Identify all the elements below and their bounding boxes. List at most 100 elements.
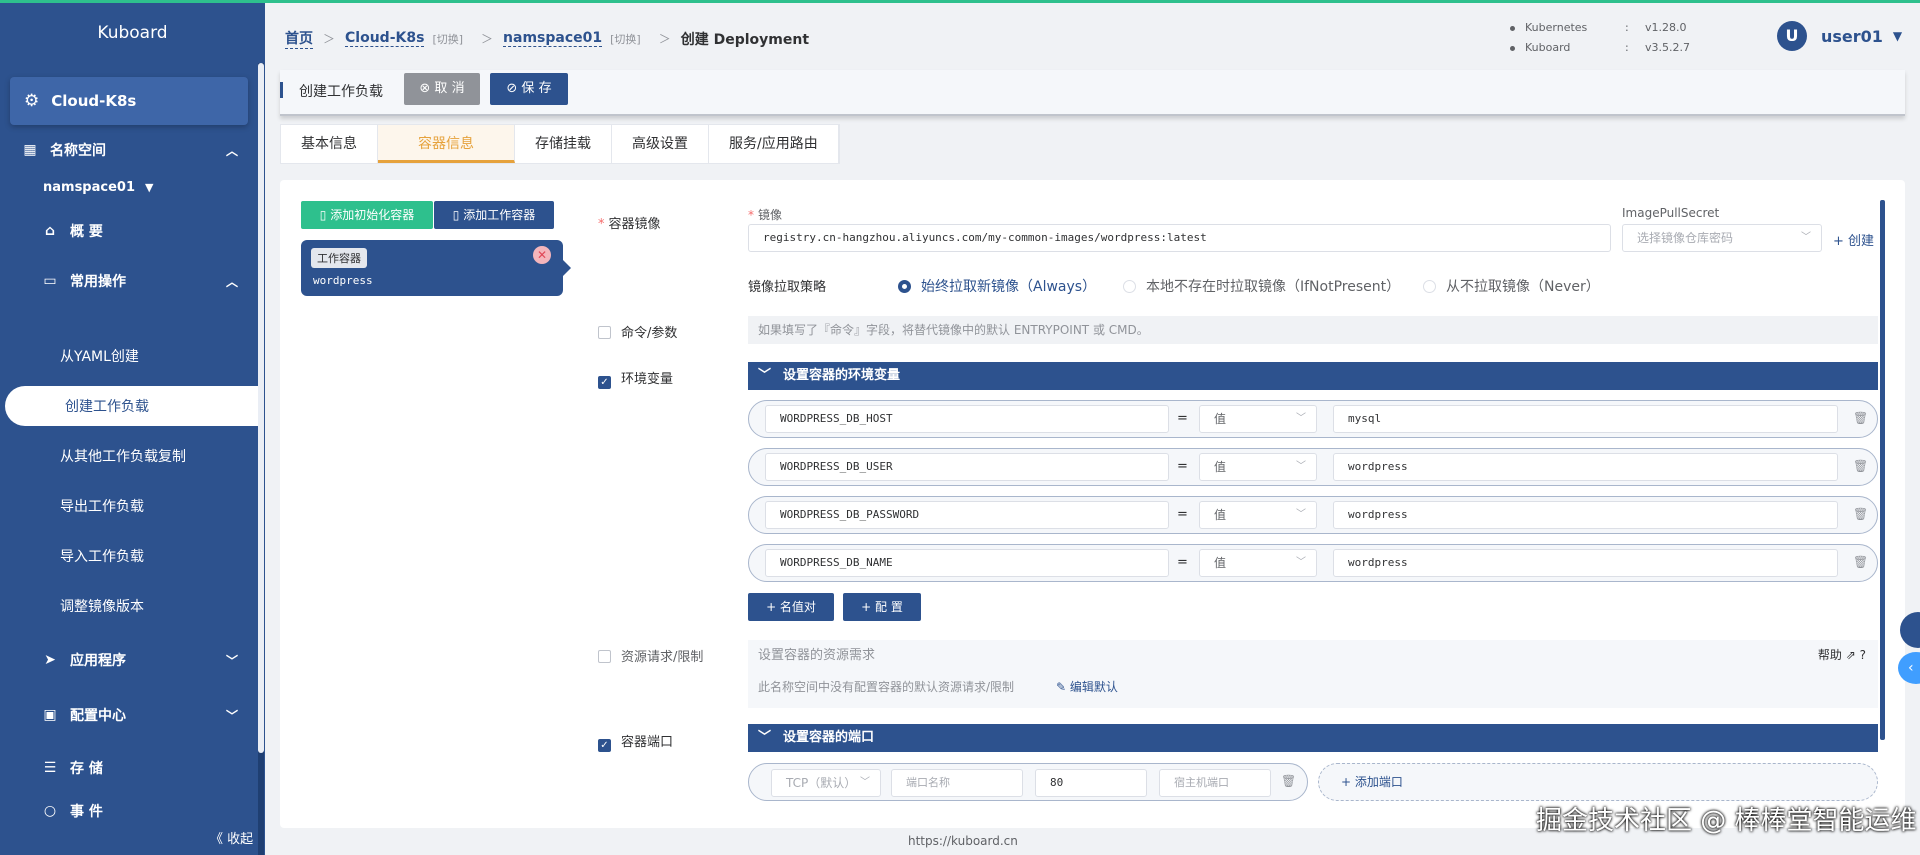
sidebar-item-config[interactable]: ▣ 配置中心 ﹀: [0, 695, 260, 735]
edit-defaults-link[interactable]: ✎ 编辑默认: [1056, 678, 1118, 695]
briefcase-icon: ▣: [43, 707, 57, 723]
help-link[interactable]: 帮助 ⇗ ?: [1818, 646, 1866, 663]
tab-service[interactable]: 服务/应用路由: [709, 125, 839, 163]
protocol-select[interactable]: TCP（默认） ﹀: [771, 769, 881, 797]
sidebar-item-label: 事 件: [70, 804, 103, 820]
sidebar-item-label: 创建工作负载: [65, 399, 149, 415]
user-menu[interactable]: U user01 ▼: [1777, 21, 1902, 51]
label-text: 环境变量: [621, 372, 674, 387]
sidebar-item-apps[interactable]: ➤ 应用程序 ﹀: [0, 640, 260, 680]
sidebar-item-copy[interactable]: 从其他工作负载复制: [0, 436, 260, 476]
add-work-container-button[interactable]: ▯ 添加工作容器: [434, 201, 554, 229]
tab-storage[interactable]: 存储挂载: [515, 125, 612, 163]
crumb-cluster[interactable]: Cloud-K8s: [345, 30, 425, 47]
tab-containers[interactable]: 容器信息: [378, 125, 515, 163]
label-text: 命令/参数: [621, 326, 678, 341]
add-port-button[interactable]: + 添加端口: [1318, 763, 1878, 801]
env-value-input[interactable]: wordpress: [1333, 501, 1838, 529]
file-icon: ▯: [319, 208, 331, 222]
content-scrollbar[interactable]: [1880, 200, 1885, 740]
crumb-namespace[interactable]: namspace01: [503, 30, 603, 47]
resources-note: 此名称空间中没有配置容器的默认资源请求/限制: [758, 680, 1015, 694]
sidebar-item-import[interactable]: 导入工作负载: [0, 536, 260, 576]
tab-advanced[interactable]: 高级设置: [612, 125, 709, 163]
switch-cluster-link[interactable]: [切换]: [432, 31, 463, 47]
port-name-input[interactable]: 端口名称: [891, 769, 1023, 797]
sidebar-item-overview[interactable]: ⌂ 概 要: [0, 211, 260, 251]
section-title: 设置容器的环境变量: [783, 368, 901, 383]
cancel-button[interactable]: ⊗ 取 消: [404, 73, 480, 105]
sidebar-item-label: 常用操作: [70, 274, 126, 290]
collapse-sidebar-button[interactable]: 《 收起: [210, 828, 253, 847]
resources-checkbox[interactable]: 资源请求/限制: [598, 646, 703, 665]
env-name-input[interactable]: WORDPRESS_DB_HOST: [765, 405, 1169, 433]
image-pull-secret-select[interactable]: 选择镜像仓库密码 ﹀: [1622, 224, 1822, 252]
command-checkbox[interactable]: 命令/参数: [598, 322, 677, 341]
env-section-header[interactable]: ﹀ 设置容器的环境变量: [748, 362, 1878, 390]
chevron-right-icon: ＞: [658, 32, 671, 46]
env-type-select[interactable]: 值 ﹀: [1199, 501, 1317, 529]
host-port-input[interactable]: 宿主机端口: [1159, 769, 1271, 797]
container-card[interactable]: 工作容器 wordpress ✕: [301, 240, 571, 296]
env-name-input[interactable]: WORDPRESS_DB_PASSWORD: [765, 501, 1169, 529]
env-value-input[interactable]: mysql: [1333, 405, 1838, 433]
pull-policy-never[interactable]: 从不拉取镜像（Never）: [1423, 276, 1600, 296]
image-input[interactable]: registry.cn-hangzhou.aliyuncs.com/my-com…: [748, 224, 1611, 252]
env-name-input[interactable]: WORDPRESS_DB_NAME: [765, 549, 1169, 577]
sidebar-scrollbar[interactable]: [258, 63, 264, 753]
add-init-container-button[interactable]: ▯ 添加初始化容器: [301, 201, 433, 229]
add-name-value-button[interactable]: + 名值对: [748, 593, 834, 621]
env-type-select[interactable]: 值 ﹀: [1199, 453, 1317, 481]
chevron-down-icon: ﹀: [1296, 413, 1306, 424]
create-secret-link[interactable]: + 创建: [1833, 230, 1874, 249]
bullet-icon: [1510, 26, 1515, 31]
sidebar-item-namespace[interactable]: ▦ 名称空间 ︿: [0, 130, 260, 170]
ports-checkbox[interactable]: ✓ 容器端口: [598, 731, 673, 752]
save-button[interactable]: ⊘ 保 存: [490, 73, 568, 105]
env-value-input[interactable]: wordpress: [1333, 549, 1838, 577]
sidebar-item-yaml[interactable]: 从YAML创建: [0, 336, 260, 376]
sidebar-item-storage[interactable]: ☰ 存 储: [0, 748, 260, 788]
chevron-down-icon: ﹀: [860, 777, 870, 788]
label-text: 容器端口: [621, 735, 674, 750]
sidebar-item-common-ops[interactable]: ▭ 常用操作 ︿: [0, 261, 260, 301]
sidebar-item-label: 应用程序: [70, 653, 126, 669]
add-config-button[interactable]: + 配 置: [843, 593, 921, 621]
sidebar-item-label: 存 储: [70, 761, 103, 777]
sidebar-item-create-workload[interactable]: 创建工作负载: [5, 386, 260, 426]
container-port-input[interactable]: 80: [1035, 769, 1147, 797]
trash-icon[interactable]: 🗑: [1853, 411, 1868, 425]
close-icon[interactable]: ✕: [533, 246, 551, 264]
env-type-select[interactable]: 值 ﹀: [1199, 405, 1317, 433]
trash-icon[interactable]: 🗑: [1853, 459, 1868, 473]
switch-namespace-link[interactable]: [切换]: [610, 31, 641, 47]
select-value: 值: [1214, 412, 1227, 426]
chevron-down-icon: ﹀: [225, 653, 238, 668]
ports-section-header[interactable]: ﹀ 设置容器的端口: [748, 724, 1878, 752]
env-checkbox[interactable]: ✓ 环境变量: [598, 368, 673, 389]
equals-sign: =: [1177, 459, 1188, 474]
crumb-home[interactable]: 首页: [285, 28, 313, 49]
footer-link[interactable]: https://kuboard.cn: [908, 834, 1018, 848]
trash-icon[interactable]: 🗑: [1853, 555, 1868, 569]
version-kubernetes: Kubernetes : v1.28.0: [1510, 21, 1687, 34]
namespace-selector[interactable]: namspace01 ▼: [0, 167, 260, 207]
pull-policy-always[interactable]: 始终拉取新镜像（Always）: [898, 276, 1096, 296]
trash-icon[interactable]: 🗑: [1281, 774, 1296, 788]
pull-policy-label: 镜像拉取策略: [748, 280, 827, 295]
resources-box: 设置容器的资源需求 帮助 ⇗ ? 此名称空间中没有配置容器的默认资源请求/限制 …: [748, 640, 1878, 708]
check-icon: ✓: [598, 376, 611, 389]
env-value-input[interactable]: wordpress: [1333, 453, 1838, 481]
env-name-input[interactable]: WORDPRESS_DB_USER: [765, 453, 1169, 481]
sidebar-item-export[interactable]: 导出工作负载: [0, 486, 260, 526]
equals-sign: =: [1177, 411, 1188, 426]
sidebar-item-image-version[interactable]: 调整镜像版本: [0, 586, 260, 626]
pull-policy-ifnotpresent[interactable]: 本地不存在时拉取镜像（IfNotPresent）: [1123, 276, 1400, 296]
env-type-select[interactable]: 值 ﹀: [1199, 549, 1317, 577]
tab-basic[interactable]: 基本信息: [281, 125, 378, 163]
card-pointer: [563, 260, 571, 276]
cluster-selector[interactable]: ⚙ Cloud-K8s: [10, 77, 248, 125]
sidebar-item-events[interactable]: ○ 事 件: [0, 801, 260, 821]
trash-icon[interactable]: 🗑: [1853, 507, 1868, 521]
chevron-down-icon: ﹀: [758, 730, 772, 745]
